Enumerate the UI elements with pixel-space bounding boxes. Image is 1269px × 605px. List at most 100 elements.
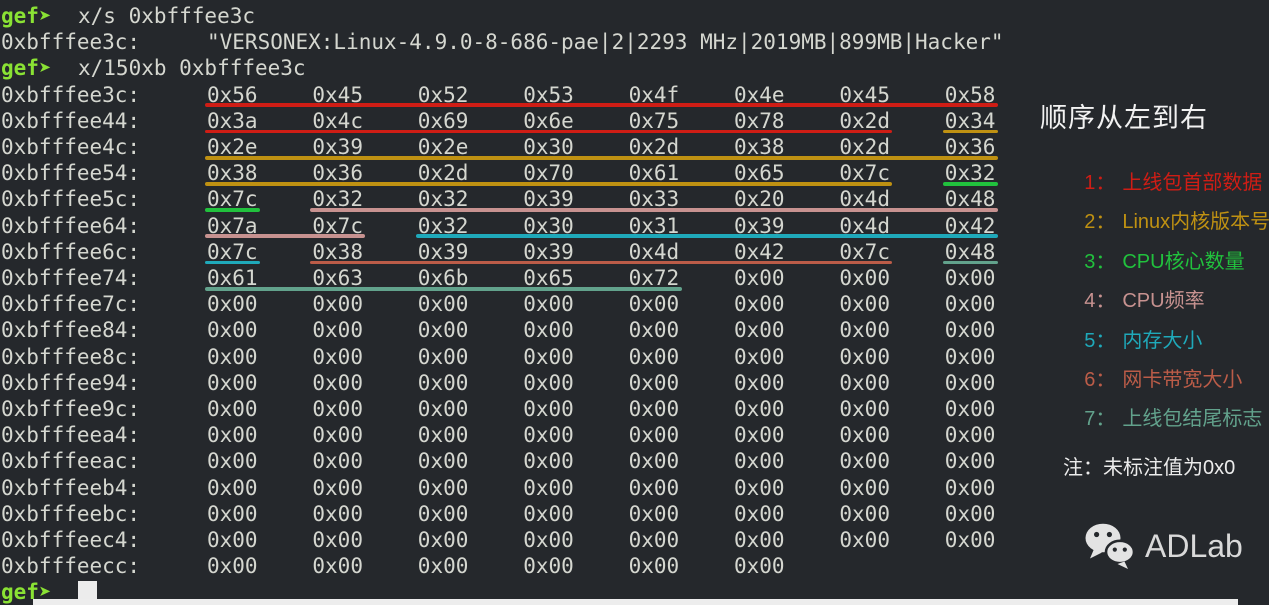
- hex-byte: 0x00: [945, 317, 996, 343]
- annotation-underline-salmon: [310, 261, 892, 265]
- hex-byte: 0x00: [734, 475, 785, 501]
- command-line-2: gef➤ x/150xb 0xbfffee3c: [0, 55, 1035, 81]
- hex-byte: 0x00: [945, 527, 996, 553]
- hex-byte: 0x00: [523, 553, 574, 579]
- hex-byte: 0x00: [839, 396, 890, 422]
- hex-byte: 0x00: [629, 396, 680, 422]
- hex-address: 0xbfffee44:: [1, 108, 140, 134]
- annotation-underline-cyan: [416, 234, 998, 238]
- legend-item-label: 上线包结尾标志: [1122, 408, 1262, 430]
- hex-byte: 0x00: [734, 553, 785, 579]
- hex-byte: 0x00: [418, 396, 469, 422]
- hex-row: 0xbfffee74:0x610x630x6b0x650x720x000x000…: [0, 265, 1035, 291]
- gef-prompt: gef➤: [1, 3, 52, 29]
- hex-byte: 0x00: [418, 475, 469, 501]
- hex-row: 0xbfffee8c:0x000x000x000x000x000x000x000…: [0, 344, 1035, 370]
- legend-item-4: 4：CPU频率: [1062, 265, 1205, 289]
- hex-byte: 0x00: [734, 317, 785, 343]
- hex-byte: 0x00: [945, 475, 996, 501]
- hex-byte: 0x00: [734, 370, 785, 396]
- hex-byte: 0x00: [312, 553, 363, 579]
- hex-byte: 0x00: [523, 422, 574, 448]
- hex-byte: 0x00: [418, 291, 469, 317]
- hex-byte: 0x00: [523, 317, 574, 343]
- hex-byte: 0x00: [945, 422, 996, 448]
- hex-byte: 0x00: [312, 448, 363, 474]
- hex-byte: 0x00: [312, 475, 363, 501]
- hex-byte: 0x00: [839, 501, 890, 527]
- hex-byte: 0x00: [734, 291, 785, 317]
- hex-byte: 0x00: [839, 344, 890, 370]
- hex-byte: 0x00: [734, 396, 785, 422]
- annotation-underline-cyan: [205, 261, 260, 265]
- hex-row: 0xbfffeea4:0x000x000x000x000x000x000x000…: [0, 422, 1035, 448]
- hex-byte: 0x00: [839, 265, 890, 291]
- hex-row: 0xbfffeecc:0x000x000x000x000x000x00: [0, 553, 1035, 579]
- hex-byte: 0x00: [312, 344, 363, 370]
- hex-row: 0xbfffee7c:0x000x000x000x000x000x000x000…: [0, 291, 1035, 317]
- hex-byte: 0x00: [734, 527, 785, 553]
- hex-address: 0xbfffeeac:: [1, 448, 140, 474]
- hex-byte: 0x00: [839, 291, 890, 317]
- hex-byte: 0x00: [207, 370, 258, 396]
- adlab-logo: ADLab: [1084, 522, 1243, 570]
- hex-byte: 0x00: [207, 475, 258, 501]
- hex-byte: 0x00: [418, 553, 469, 579]
- hex-byte: 0x00: [418, 422, 469, 448]
- hex-byte: 0x00: [523, 396, 574, 422]
- hex-byte: 0x00: [839, 370, 890, 396]
- hex-address: 0xbfffee74:: [1, 265, 140, 291]
- hex-byte: 0x00: [418, 448, 469, 474]
- hex-address: 0xbfffee3c:: [1, 82, 140, 108]
- hex-byte: 0x00: [734, 501, 785, 527]
- hex-address: 0xbfffee8c:: [1, 344, 140, 370]
- hex-byte: 0x00: [312, 527, 363, 553]
- annotation-underline-green: [943, 182, 998, 186]
- hex-address: 0xbfffee5c:: [1, 186, 140, 212]
- hex-byte: 0x00: [629, 527, 680, 553]
- hex-byte: 0x00: [312, 317, 363, 343]
- annotation-underline-teal: [205, 287, 682, 291]
- hex-address: 0xbfffee7c:: [1, 291, 140, 317]
- hex-byte: 0x00: [945, 265, 996, 291]
- string-output-line: 0xbfffee3c: "VERSONEX:Linux-4.9.0-8-686-…: [0, 29, 1035, 55]
- hex-byte: 0x00: [839, 527, 890, 553]
- hex-row: 0xbfffee3c:0x560x450x520x530x4f0x4e0x450…: [0, 82, 1035, 108]
- hex-row: 0xbfffee4c:0x2e0x390x2e0x300x2d0x380x2d0…: [0, 134, 1035, 160]
- note-text: 注：未标注值为0x0: [1063, 451, 1235, 480]
- hex-byte: 0x00: [418, 370, 469, 396]
- hex-byte: 0x00: [839, 448, 890, 474]
- hex-byte: 0x00: [734, 265, 785, 291]
- legend-item-5: 5：内存大小: [1062, 305, 1202, 329]
- hex-row: 0xbfffeec4:0x000x000x000x000x000x000x000…: [0, 527, 1035, 553]
- hex-row: 0xbfffee6c:0x7c0x380x390x390x4d0x420x7c0…: [0, 239, 1035, 265]
- hex-byte: 0x00: [629, 422, 680, 448]
- hex-byte: 0x00: [312, 370, 363, 396]
- hex-byte: 0x00: [945, 396, 996, 422]
- hex-address: 0xbfffeebc:: [1, 501, 140, 527]
- hex-byte: 0x00: [523, 448, 574, 474]
- command-line-1: gef➤ x/s 0xbfffee3c: [0, 3, 1035, 29]
- hex-address: 0xbfffee84:: [1, 317, 140, 343]
- annotation-underline-red: [205, 103, 998, 107]
- hex-byte: 0x00: [734, 448, 785, 474]
- hex-byte: 0x00: [523, 475, 574, 501]
- hex-byte: 0x00: [629, 317, 680, 343]
- hex-address: 0xbfffee64:: [1, 213, 140, 239]
- hex-byte: 0x00: [629, 475, 680, 501]
- legend-item-6: 6：网卡带宽大小: [1062, 344, 1242, 368]
- hex-byte: 0x00: [734, 422, 785, 448]
- hex-row: 0xbfffee5c:0x7c0x320x320x390x330x200x4d0…: [0, 186, 1035, 212]
- legend-item-3: 3：CPU核心数量: [1062, 226, 1245, 250]
- string-value: "VERSONEX:Linux-4.9.0-8-686-pae|2|2293 M…: [207, 29, 1004, 55]
- legend-item-number: 7：: [1084, 408, 1115, 430]
- hex-address: 0xbfffeea4:: [1, 422, 140, 448]
- hex-byte: 0x00: [312, 422, 363, 448]
- hex-byte: 0x00: [312, 291, 363, 317]
- hex-address: 0xbfffeecc:: [1, 553, 140, 579]
- hex-row: 0xbfffee44:0x3a0x4c0x690x6e0x750x780x2d0…: [0, 108, 1035, 134]
- hex-address: 0xbfffee54:: [1, 160, 140, 186]
- hex-byte: 0x00: [312, 396, 363, 422]
- annotation-underline-pink: [205, 234, 365, 238]
- hex-byte: 0x00: [207, 501, 258, 527]
